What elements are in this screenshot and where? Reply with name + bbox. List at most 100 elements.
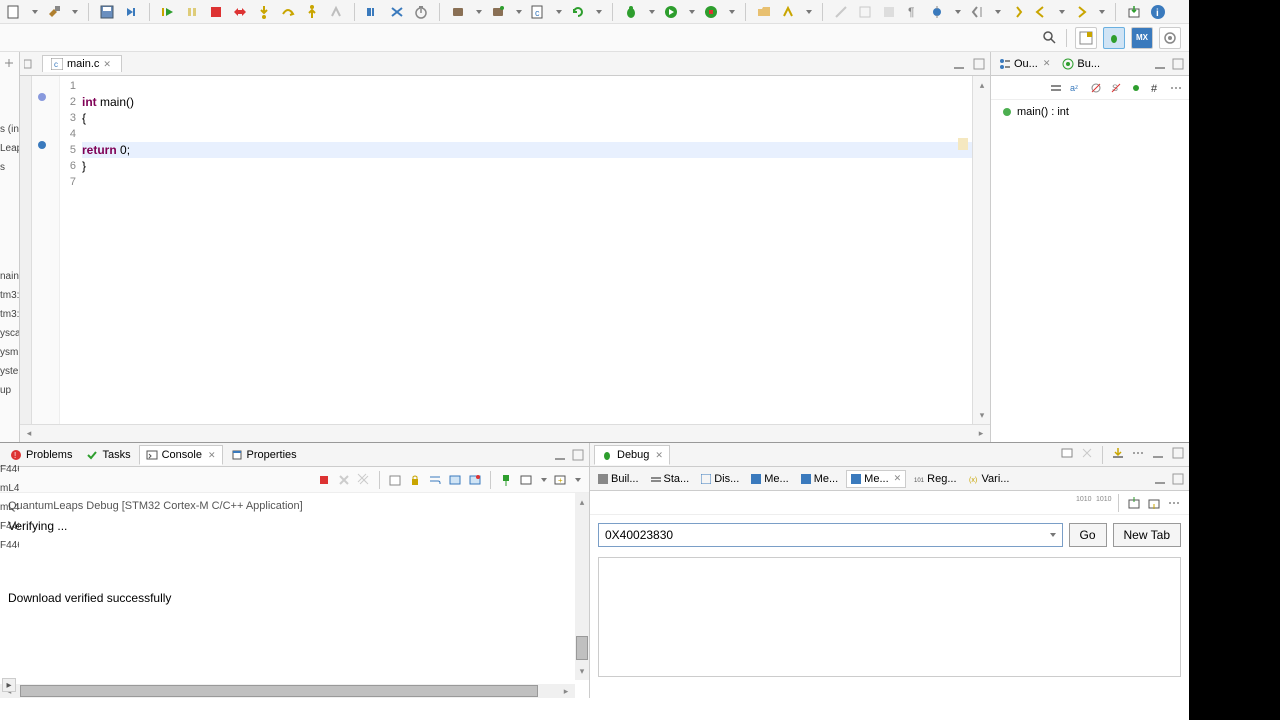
subtab-variables[interactable]: (x)Vari...	[965, 471, 1014, 487]
dropdown-icon[interactable]	[649, 10, 655, 14]
search-icon[interactable]	[1042, 30, 1058, 46]
restart-icon[interactable]	[365, 4, 381, 20]
dropdown-icon[interactable]	[955, 10, 961, 14]
memory-address-input[interactable]: 0X40023830	[598, 523, 1063, 547]
tab-properties[interactable]: Properties	[225, 446, 303, 464]
collapse-all-icon[interactable]	[1049, 81, 1063, 95]
terminate-icon[interactable]	[208, 4, 224, 20]
minimize-icon[interactable]	[1153, 57, 1167, 71]
breakpoint-toggle-icon[interactable]	[929, 4, 945, 20]
subtab-build[interactable]: Buil...	[594, 471, 643, 487]
sort-icon[interactable]: aᶻ	[1069, 81, 1083, 95]
hide-nonpublic-icon[interactable]	[1129, 81, 1143, 95]
subtab-memory1[interactable]: Me...	[747, 471, 792, 487]
minimize-icon[interactable]	[1151, 446, 1165, 460]
outline-tree[interactable]: main() : int	[991, 100, 1189, 442]
open-perspective-icon[interactable]	[1075, 27, 1097, 49]
step-over-icon[interactable]	[280, 4, 296, 20]
word-wrap-icon[interactable]	[428, 473, 442, 487]
dropdown-icon[interactable]	[689, 10, 695, 14]
subtab-memory-active[interactable]: Me...✕	[846, 470, 906, 488]
code-area[interactable]: int main() { return 0; }	[82, 76, 972, 424]
debug-toolbar-icon2[interactable]	[1080, 446, 1094, 460]
search-highlight-icon[interactable]	[780, 4, 796, 20]
export-memory-icon[interactable]	[1147, 496, 1161, 510]
pin-console-icon[interactable]	[499, 473, 513, 487]
scroll-lock-icon[interactable]	[408, 473, 422, 487]
view-menu-icon[interactable]	[1131, 446, 1145, 460]
instruction-step-icon[interactable]	[328, 4, 344, 20]
dropdown-icon[interactable]	[729, 10, 735, 14]
go-button[interactable]: Go	[1069, 523, 1107, 547]
dropdown-icon[interactable]	[32, 10, 38, 14]
run-icon[interactable]	[663, 4, 679, 20]
dropdown-icon[interactable]	[1059, 10, 1065, 14]
view-menu-icon[interactable]	[1169, 81, 1183, 95]
dropdown-icon[interactable]	[72, 10, 78, 14]
dropdown-icon[interactable]	[596, 10, 602, 14]
memory-format2-icon[interactable]: 1010	[1096, 496, 1110, 510]
hide-fields-icon[interactable]	[1089, 81, 1103, 95]
dropdown-icon[interactable]	[516, 10, 522, 14]
nav-next-annotation-icon[interactable]	[1009, 4, 1025, 20]
editor-scrollbar-vertical[interactable]: ▴ ▾	[972, 76, 990, 424]
minimize-icon[interactable]	[1153, 472, 1167, 486]
dropdown-icon[interactable]	[1099, 10, 1105, 14]
dropdown-icon[interactable]	[1050, 533, 1056, 537]
hash-icon[interactable]: #	[1149, 81, 1163, 95]
editor-scrollbar-horizontal[interactable]: ◂ ▸	[20, 424, 990, 442]
terminate-icon[interactable]	[317, 473, 331, 487]
pin-icon[interactable]	[881, 4, 897, 20]
back-icon[interactable]	[1033, 4, 1049, 20]
bug-icon[interactable]	[623, 4, 639, 20]
perspective-debug-icon[interactable]	[1103, 27, 1125, 49]
perspective-mx-icon[interactable]: MX	[1131, 27, 1153, 49]
subtab-memory2[interactable]: Me...	[797, 471, 842, 487]
console-scrollbar-horizontal[interactable]: ◂ ▸	[0, 684, 575, 698]
expand-explorer-icon[interactable]: ▸	[2, 678, 16, 692]
perspective-config-icon[interactable]	[1159, 27, 1181, 49]
show-on-stderr-icon[interactable]	[468, 473, 482, 487]
subtab-static[interactable]: Sta...	[647, 471, 694, 487]
dropdown-icon[interactable]	[575, 478, 581, 482]
forward-icon[interactable]	[1073, 4, 1089, 20]
clear-console-icon[interactable]	[388, 473, 402, 487]
remove-launch-icon[interactable]	[337, 473, 351, 487]
editor-tab-main-c[interactable]: c main.c ✕	[42, 55, 122, 72]
suspend-icon[interactable]	[184, 4, 200, 20]
import-icon[interactable]	[1126, 4, 1142, 20]
debug-toolbar-icon[interactable]	[1060, 446, 1074, 460]
close-icon[interactable]: ✕	[208, 450, 216, 461]
launch-icon[interactable]	[450, 4, 466, 20]
display-console-icon[interactable]	[519, 473, 533, 487]
dropdown-icon[interactable]	[541, 478, 547, 482]
open-console-icon[interactable]: +	[553, 473, 567, 487]
wand-icon[interactable]	[833, 4, 849, 20]
memory-format-icon[interactable]: 1010	[1076, 496, 1090, 510]
dropdown-icon[interactable]	[806, 10, 812, 14]
editor-body[interactable]: 1 2 3 4 5 6 7 int main() { return 0; } ▴	[20, 76, 990, 424]
outline-tab[interactable]: Ou... ✕	[995, 56, 1054, 72]
paragraph-icon[interactable]: ¶	[905, 4, 921, 20]
hammer-icon[interactable]	[46, 4, 62, 20]
maximize-icon[interactable]	[1171, 472, 1185, 486]
skip-icon[interactable]	[123, 4, 139, 20]
hide-static-icon[interactable]: S	[1109, 81, 1123, 95]
fold-marker-icon[interactable]	[38, 93, 46, 101]
step-filters-icon[interactable]	[1111, 446, 1125, 460]
new-tab-button[interactable]: New Tab	[1113, 523, 1181, 547]
new-icon[interactable]	[6, 4, 22, 20]
nav-prev-annotation-icon[interactable]	[969, 4, 985, 20]
dropdown-icon[interactable]	[995, 10, 1001, 14]
minimize-icon[interactable]	[553, 448, 567, 462]
info-icon[interactable]: i	[1150, 4, 1166, 20]
restore-view-icon[interactable]	[24, 56, 32, 72]
close-icon[interactable]: ✕	[655, 450, 663, 461]
external-tools-icon[interactable]	[703, 4, 719, 20]
tab-console[interactable]: Console ✕	[139, 445, 223, 465]
tab-debug[interactable]: Debug ✕	[594, 445, 670, 465]
dropdown-icon[interactable]	[476, 10, 482, 14]
maximize-icon[interactable]	[972, 57, 986, 71]
reset-icon[interactable]	[389, 4, 405, 20]
maximize-icon[interactable]	[571, 448, 585, 462]
